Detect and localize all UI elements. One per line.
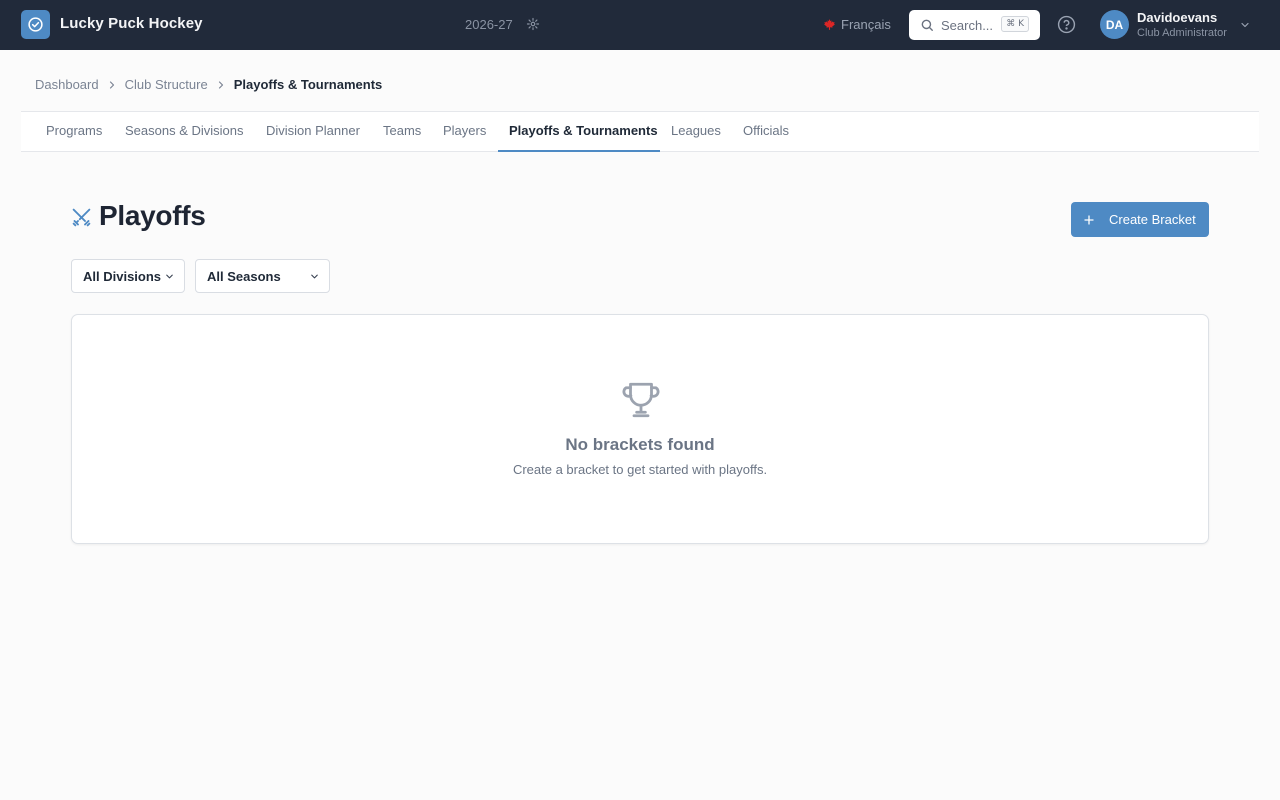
search-placeholder: Search... (941, 17, 994, 33)
season-label: 2026-27 (465, 17, 513, 32)
empty-state-subtitle: Create a bracket to get started with pla… (512, 462, 768, 477)
user-role: Club Administrator (1137, 27, 1227, 39)
plus-icon (1084, 214, 1094, 225)
user-name[interactable]: Davidoevans (1137, 10, 1217, 25)
tab-division-planner[interactable]: Division Planner (266, 112, 360, 151)
search-icon (921, 19, 933, 31)
breadcrumb-current: Playoffs & Tournaments (233, 77, 383, 92)
top-navbar: Lucky Puck Hockey 2026-27 Français Searc… (0, 0, 1280, 50)
empty-state-title: No brackets found (565, 435, 715, 454)
tab-players[interactable]: Players (443, 112, 486, 151)
breadcrumb: Dashboard Club Structure Playoffs & Tour… (35, 77, 382, 92)
division-filter-select[interactable]: All Divisions (71, 259, 185, 293)
avatar[interactable]: DA (1100, 10, 1129, 39)
gear-icon[interactable] (526, 17, 540, 31)
empty-state-card: No brackets found Create a bracket to ge… (71, 314, 1209, 544)
check-circle-icon (28, 17, 43, 32)
breadcrumb-club-structure[interactable]: Club Structure (125, 77, 208, 92)
chevron-down-icon (166, 274, 173, 279)
language-label: Français (841, 17, 891, 32)
season-filter-select[interactable]: All Seasons (195, 259, 330, 293)
tab-officials[interactable]: Officials (743, 112, 789, 151)
breadcrumb-dashboard[interactable]: Dashboard (35, 77, 99, 92)
tab-playoffs-tournaments[interactable]: Playoffs & Tournaments (509, 112, 658, 151)
language-switch[interactable]: Français (823, 17, 891, 32)
search-input[interactable]: Search... ⌘ K (909, 10, 1040, 40)
search-shortcut: ⌘ K (1001, 16, 1029, 32)
active-tab-indicator (498, 150, 660, 152)
section-tabs: Programs Seasons & Divisions Division Pl… (21, 111, 1259, 152)
trophy-icon (622, 382, 660, 418)
help-circle-icon[interactable] (1057, 15, 1076, 34)
division-filter-value: All Divisions (83, 268, 162, 284)
brand-name[interactable]: Lucky Puck Hockey (60, 15, 203, 32)
create-bracket-button[interactable]: Create Bracket (1071, 202, 1209, 237)
create-bracket-label: Create Bracket (1109, 212, 1196, 227)
chevron-down-icon[interactable] (1239, 19, 1251, 31)
tab-seasons-divisions[interactable]: Seasons & Divisions (125, 112, 244, 151)
app-logo[interactable] (21, 10, 50, 39)
chevron-right-icon (109, 80, 114, 89)
tab-programs[interactable]: Programs (46, 112, 102, 151)
page-title: Playoffs (99, 200, 206, 231)
crossed-swords-icon (72, 208, 91, 227)
tab-teams[interactable]: Teams (383, 112, 421, 151)
chevron-down-icon (311, 274, 318, 279)
tab-leagues[interactable]: Leagues (671, 112, 721, 151)
chevron-right-icon (218, 80, 223, 89)
maple-leaf-icon (824, 19, 835, 30)
season-filter-value: All Seasons (207, 268, 281, 284)
